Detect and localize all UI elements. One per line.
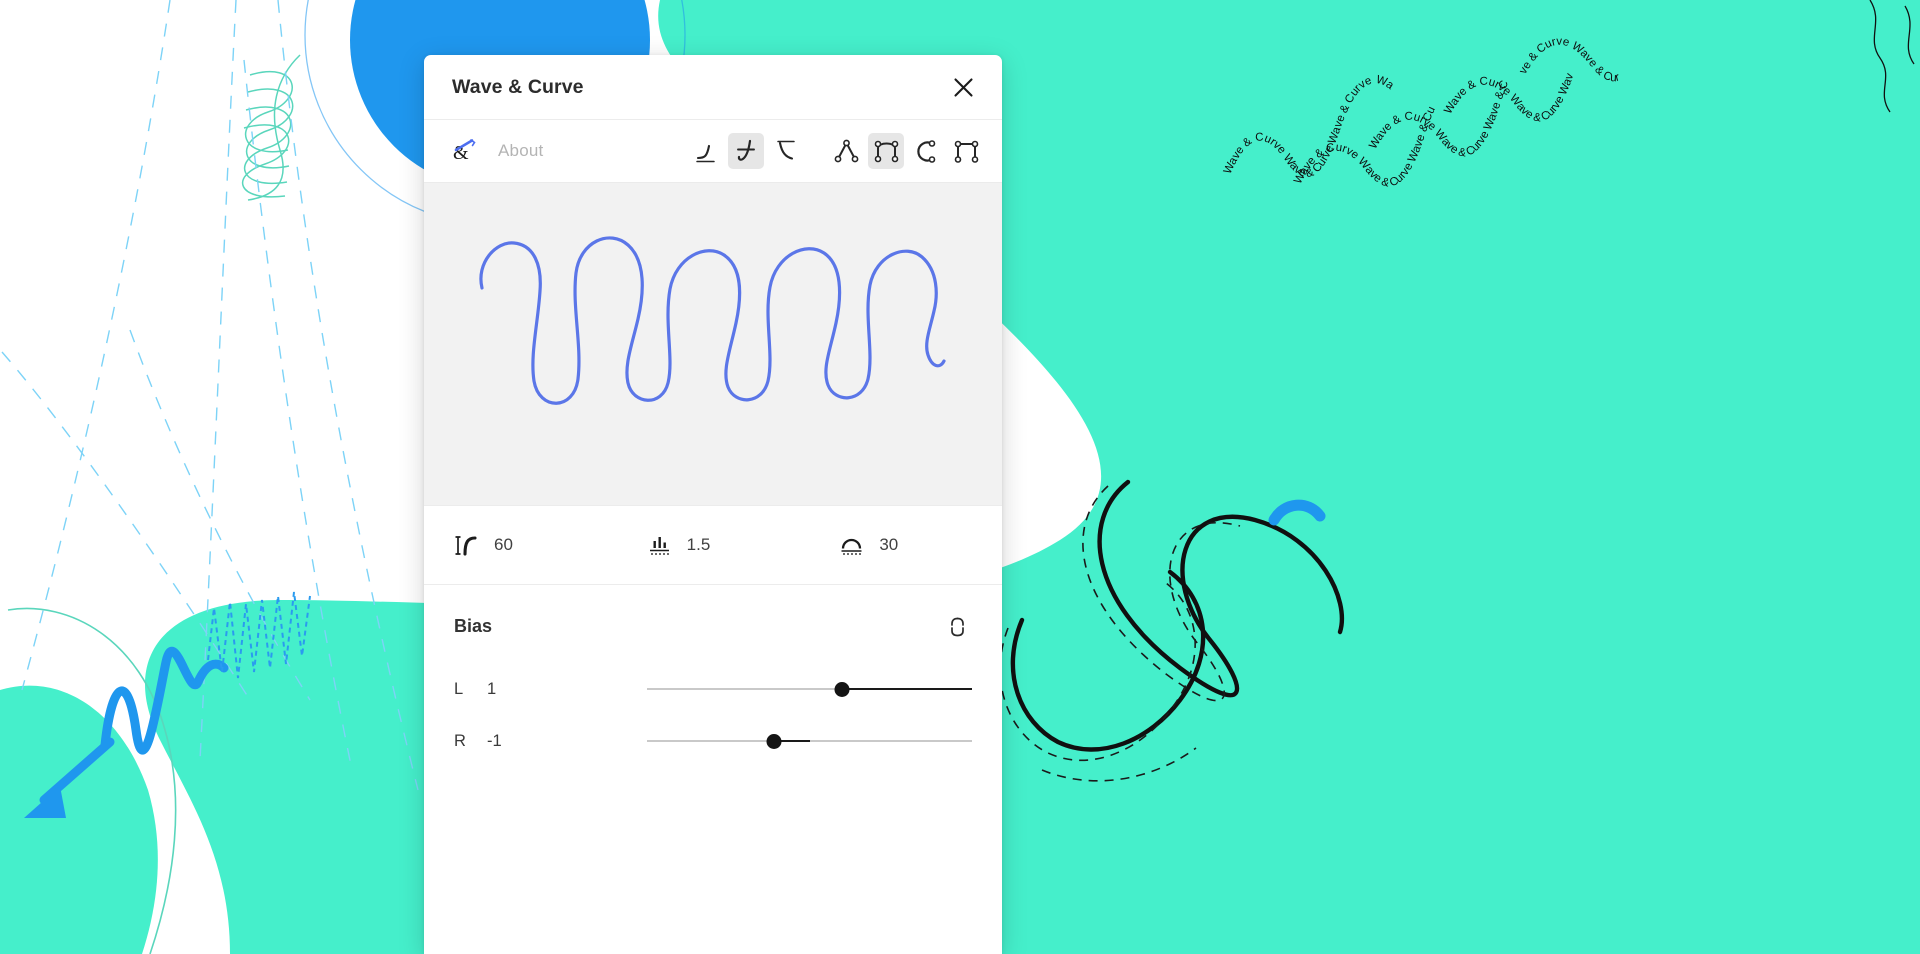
bias-header: Bias [454, 611, 972, 641]
brand-block: & [452, 138, 478, 164]
toolbar-tool-groups [688, 133, 984, 169]
bias-right-value: -1 [487, 731, 502, 750]
param-angle-value: 30 [879, 535, 899, 554]
param-angle[interactable]: 30 [809, 533, 1002, 558]
panel-toolbar: & About [424, 120, 1002, 183]
panel-title: Wave & Curve [452, 75, 584, 98]
curve-ease-in-icon[interactable] [768, 133, 804, 169]
slider-track [647, 740, 972, 742]
curve-ease-out-icon[interactable] [688, 133, 724, 169]
close-glyph [953, 77, 973, 97]
bias-right-slider[interactable] [647, 730, 972, 752]
bias-left-label: L [454, 679, 464, 698]
path-square-node-icon[interactable] [948, 133, 984, 169]
node-style-group [828, 133, 984, 169]
panel-titlebar: Wave & Curve [424, 55, 1002, 120]
param-amplitude-value: 1.5 [686, 535, 711, 554]
amplitude-icon [647, 533, 672, 558]
param-wavelength[interactable]: 60 [424, 533, 617, 558]
bias-left-value: 1 [487, 679, 497, 698]
param-wavelength-value: 60 [494, 535, 513, 554]
bias-left-slider[interactable] [647, 678, 972, 700]
slider-fill [842, 688, 972, 690]
wave-and-curve-panel: Wave & Curve & About 60 1.5 30 Bias L 1 … [424, 55, 1002, 954]
path-smooth-node-icon[interactable] [868, 133, 904, 169]
close-icon[interactable] [946, 70, 980, 104]
bias-right-row: R -1 [454, 715, 972, 767]
about-link[interactable]: About [498, 141, 543, 161]
wavelength-icon [454, 533, 479, 558]
preview-wave-path [479, 236, 946, 405]
path-round-node-icon[interactable] [908, 133, 944, 169]
param-amplitude[interactable]: 1.5 [617, 533, 810, 558]
svg-text:&: & [453, 142, 469, 164]
slider-thumb[interactable] [766, 733, 782, 749]
bias-section: Bias L 1 R -1 [424, 585, 1002, 767]
curve-crossed-icon[interactable] [728, 133, 764, 169]
bias-title: Bias [454, 615, 493, 636]
ampersand-pen-logo-icon: & [453, 139, 476, 164]
slider-thumb[interactable] [834, 681, 850, 697]
bias-left-row: L 1 [454, 663, 972, 715]
path-corner-node-icon[interactable] [828, 133, 864, 169]
wave-style-group [688, 133, 804, 169]
parameter-row: 60 1.5 30 [424, 505, 1002, 585]
link-toggle-icon[interactable] [942, 611, 972, 641]
protractor-icon [839, 533, 864, 558]
wave-preview-canvas[interactable] [424, 183, 1002, 505]
bias-right-label: R [454, 731, 466, 750]
